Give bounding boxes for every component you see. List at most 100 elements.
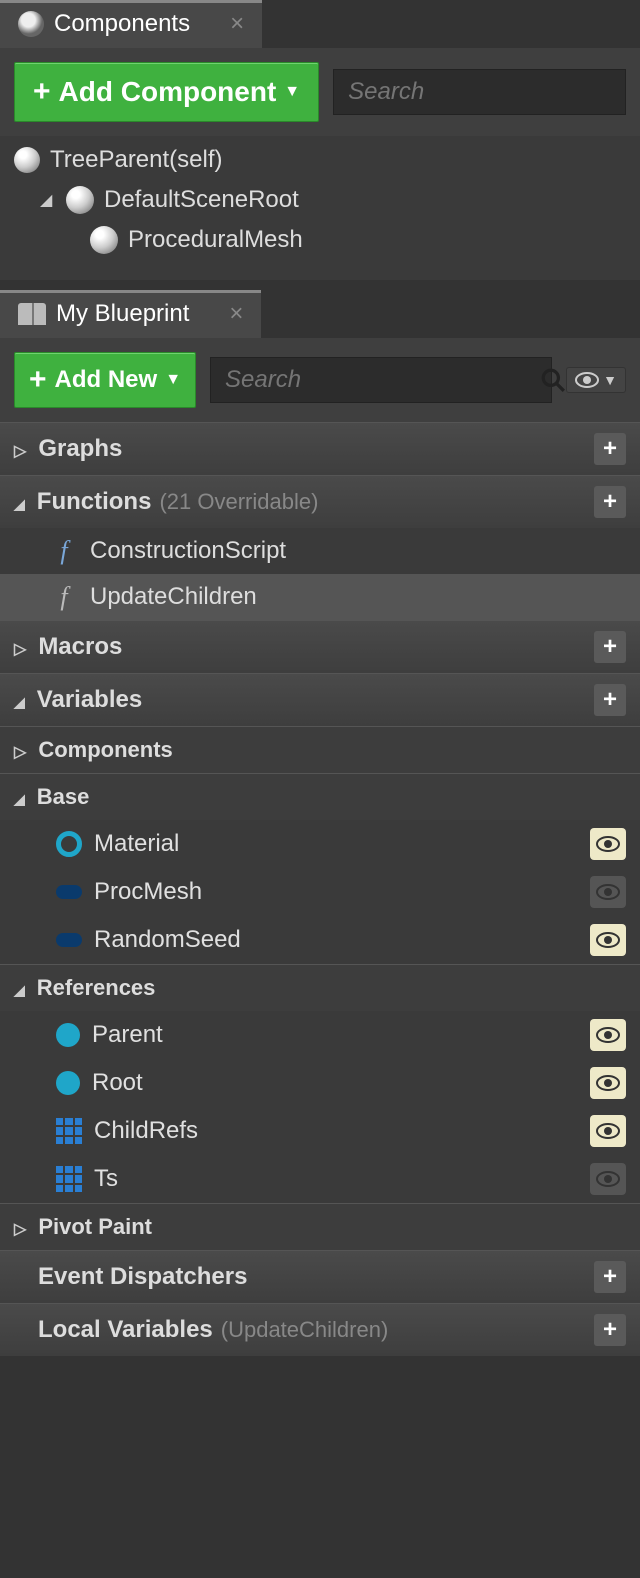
local-variables-extra-label: (UpdateChildren) (221, 1317, 389, 1343)
components-search-input[interactable] (348, 78, 640, 106)
visibility-toggle[interactable] (590, 924, 626, 956)
graphs-section-header[interactable]: Graphs + (0, 422, 640, 475)
visibility-toggle[interactable] (590, 1067, 626, 1099)
gear-icon (18, 11, 44, 37)
book-icon (18, 303, 46, 325)
add-macro-button[interactable]: + (594, 631, 626, 663)
tree-scene-root-label: DefaultSceneRoot (104, 186, 299, 214)
plus-icon: + (33, 75, 51, 109)
visibility-toggle[interactable] (590, 876, 626, 908)
function-item-construction[interactable]: f ConstructionScript (0, 528, 640, 574)
components-search[interactable] (333, 69, 626, 115)
variable-root[interactable]: Root (0, 1059, 640, 1107)
var-category-pivot-paint-label: Pivot Paint (38, 1214, 152, 1240)
add-variable-button[interactable]: + (594, 684, 626, 716)
caret-down-icon: ▼ (603, 372, 617, 388)
object-type-icon (56, 885, 82, 899)
visibility-toggle[interactable] (590, 1163, 626, 1195)
event-dispatchers-label: Event Dispatchers (38, 1263, 247, 1291)
add-new-label: Add New (55, 366, 158, 394)
variable-procmesh[interactable]: ProcMesh (0, 868, 640, 916)
plus-icon: + (29, 363, 47, 397)
var-category-components[interactable]: Components (0, 726, 640, 773)
components-panel: Components × + Add Component ▼ TreeParen… (0, 0, 640, 280)
caret-down-icon: ▼ (165, 371, 181, 389)
variable-material-label: Material (94, 830, 179, 858)
actor-icon (14, 147, 40, 173)
my-blueprint-panel: My Blueprint × + Add New ▼ ▼ Graphs + (0, 290, 640, 1356)
variables-section-header[interactable]: Variables + (0, 673, 640, 726)
functions-label: Functions (37, 488, 152, 516)
variable-root-label: Root (92, 1069, 143, 1097)
variable-ts-label: Ts (94, 1165, 118, 1193)
collapse-icon (14, 686, 29, 714)
macros-label: Macros (38, 633, 122, 661)
tree-root-row[interactable]: TreeParent(self) (0, 140, 640, 180)
myblueprint-search-input[interactable] (225, 366, 540, 394)
graphs-label: Graphs (38, 435, 122, 463)
myblueprint-toolbar: + Add New ▼ ▼ (0, 338, 640, 422)
add-local-variable-button[interactable]: + (594, 1314, 626, 1346)
variable-randomseed[interactable]: RandomSeed (0, 916, 640, 964)
add-new-button[interactable]: + Add New ▼ (14, 352, 196, 408)
functions-extra-label: (21 Overridable) (159, 489, 318, 515)
tree-scene-root-row[interactable]: ◢ DefaultSceneRoot (0, 180, 640, 220)
object-type-icon (56, 1071, 80, 1095)
object-type-icon (56, 933, 82, 947)
collapse-icon[interactable]: ◢ (40, 190, 56, 210)
add-component-label: Add Component (59, 76, 277, 108)
visibility-toggle[interactable] (590, 1115, 626, 1147)
visibility-toggle[interactable] (590, 828, 626, 860)
var-category-base[interactable]: Base (0, 773, 640, 820)
myblueprint-tab-title: My Blueprint (56, 300, 189, 328)
add-component-button[interactable]: + Add Component ▼ (14, 62, 319, 122)
var-category-references[interactable]: References (0, 964, 640, 1011)
myblueprint-tab[interactable]: My Blueprint × (0, 290, 261, 338)
tree-child-row[interactable]: ProceduralMesh (0, 220, 640, 260)
collapse-icon (14, 784, 29, 810)
event-dispatchers-section-header[interactable]: Event Dispatchers + (0, 1250, 640, 1303)
array-type-icon (56, 1118, 82, 1144)
variable-procmesh-label: ProcMesh (94, 878, 202, 906)
variable-ts[interactable]: Ts (0, 1155, 640, 1203)
components-tab-title: Components (54, 10, 190, 38)
function-icon: f (50, 582, 78, 612)
visibility-toggle[interactable] (590, 1019, 626, 1051)
functions-section-header[interactable]: Functions (21 Overridable) + (0, 475, 640, 528)
array-type-icon (56, 1166, 82, 1192)
add-function-button[interactable]: + (594, 486, 626, 518)
function-icon: f (50, 536, 78, 566)
var-category-pivot-paint[interactable]: Pivot Paint (0, 1203, 640, 1250)
variable-parent-label: Parent (92, 1021, 163, 1049)
search-icon (540, 367, 566, 393)
visibility-filter-button[interactable]: ▼ (566, 367, 626, 393)
variable-parent[interactable]: Parent (0, 1011, 640, 1059)
eye-icon (575, 372, 599, 388)
myblueprint-tab-bar: My Blueprint × (0, 290, 640, 338)
scene-component-icon (66, 186, 94, 214)
macros-section-header[interactable]: Macros + (0, 620, 640, 673)
close-icon[interactable]: × (229, 300, 243, 328)
myblueprint-search[interactable] (210, 357, 552, 403)
function-item-updatechildren[interactable]: f UpdateChildren (0, 574, 640, 620)
close-icon[interactable]: × (230, 10, 244, 38)
collapse-icon (14, 975, 29, 1001)
myblueprint-section-list: Graphs + Functions (21 Overridable) + f … (0, 422, 640, 1356)
add-graph-button[interactable]: + (594, 433, 626, 465)
expand-icon (14, 1214, 30, 1240)
object-type-icon (56, 1023, 80, 1047)
caret-down-icon: ▼ (284, 83, 300, 101)
components-tab[interactable]: Components × (0, 0, 262, 48)
variable-childrefs-label: ChildRefs (94, 1117, 198, 1145)
local-variables-section-header[interactable]: Local Variables (UpdateChildren) + (0, 1303, 640, 1356)
variable-randomseed-label: RandomSeed (94, 926, 241, 954)
components-toolbar: + Add Component ▼ (0, 48, 640, 136)
add-dispatcher-button[interactable]: + (594, 1261, 626, 1293)
variable-material[interactable]: Material (0, 820, 640, 868)
expand-icon (14, 435, 30, 463)
variable-childrefs[interactable]: ChildRefs (0, 1107, 640, 1155)
expand-icon (14, 737, 30, 763)
var-category-components-label: Components (38, 737, 172, 763)
function-updatechildren-label: UpdateChildren (90, 583, 257, 611)
expand-icon (14, 633, 30, 661)
